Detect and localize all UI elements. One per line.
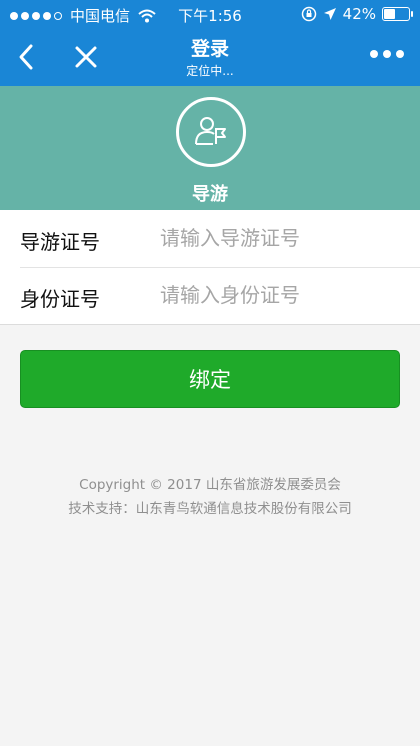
footer: Copyright © 2017 山东省旅游发展委员会 技术支持：山东青鸟软通信… [0,473,420,521]
id-card-label: 身份证号 [20,287,100,311]
guide-id-row: 导游证号 [0,210,420,267]
status-right: 42% [301,5,413,23]
profile-header: 导游 [0,86,420,210]
user-flag-icon [195,117,226,145]
id-card-input[interactable] [156,279,410,311]
location-arrow-icon [323,8,336,20]
top-bar: 中国电信 下午1:56 42% 登录 定位中... [0,0,420,86]
status-bar: 中国电信 下午1:56 42% [0,0,420,28]
nav-bar: 登录 定位中... [0,28,420,86]
copyright-text: Copyright © 2017 山东省旅游发展委员会 [79,477,341,493]
more-dots-icon [370,50,378,58]
guide-id-label: 导游证号 [20,230,100,254]
more-button[interactable] [370,50,404,58]
guide-id-input[interactable] [156,222,410,254]
role-label: 导游 [192,184,228,205]
battery-percent: 42% [342,5,376,23]
battery-icon [382,7,413,21]
avatar [176,97,246,167]
support-text: 技术支持：山东青鸟软通信息技术股份有限公司 [68,501,352,517]
rotation-lock-icon [301,6,316,22]
id-card-row: 身份证号 [0,267,420,324]
location-status: 定位中... [186,64,234,78]
binding-form: 导游证号 身份证号 [0,210,420,325]
bind-button[interactable]: 绑定 [20,350,400,408]
page-title: 登录 [190,38,229,60]
